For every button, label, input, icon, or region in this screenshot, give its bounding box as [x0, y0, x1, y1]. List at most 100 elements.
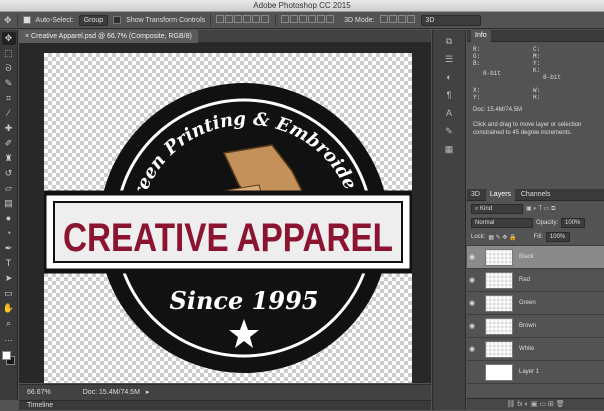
brush-tool-icon[interactable]: ✐	[2, 137, 16, 150]
zoom-level[interactable]: 66.67%	[27, 389, 51, 396]
auto-select-checkbox[interactable]	[22, 16, 31, 24]
auto-select-dropdown[interactable]: Group	[78, 14, 109, 26]
layer-row[interactable]: ◉ Red	[467, 269, 604, 292]
move-tool-icon[interactable]: ✥	[1, 32, 16, 45]
foreground-color[interactable]	[2, 351, 11, 360]
info-k-label: K:	[533, 67, 541, 74]
layer-thumbnail	[485, 271, 513, 289]
move-tool-icon[interactable]: ✥	[4, 15, 12, 26]
canvas-area[interactable]: Screen Printing & Embroidery CREATIVE AP…	[19, 43, 431, 383]
visibility-eye-icon[interactable]: ◉	[467, 276, 477, 284]
logo-artwork: Screen Printing & Embroidery CREATIVE AP…	[44, 53, 412, 373]
layer-name[interactable]: Green	[519, 300, 536, 306]
info-b-label: B:	[473, 60, 481, 67]
tab-3d[interactable]: 3D	[471, 191, 480, 198]
layers-filter-row: ⌕ Kind ▣ ◐ T ▭ ⧉	[467, 201, 604, 217]
info-bit-left: 8-bit	[483, 70, 502, 77]
tab-channels[interactable]: Channels	[521, 191, 551, 198]
document-tab[interactable]: × Creative Apparel.psd @ 66.7% (Composit…	[19, 30, 198, 43]
layer-row[interactable]: ◉ Green	[467, 292, 604, 315]
layer-name[interactable]: Layer 1	[519, 369, 539, 375]
mode-3d-label: 3D Mode:	[344, 16, 375, 24]
gradient-tool-icon[interactable]: ▤	[2, 197, 16, 210]
timeline-panel-tab[interactable]: Timeline	[19, 400, 431, 410]
visibility-eye-icon[interactable]: ◉	[467, 345, 477, 353]
layer-name[interactable]: Black	[519, 254, 534, 260]
layer-thumbnail	[485, 340, 513, 358]
document-tab-title: Creative Apparel.psd @ 66.7% (Composite,…	[31, 33, 192, 40]
layer-name[interactable]: Brown	[519, 323, 536, 329]
opacity-input[interactable]: 100%	[561, 218, 586, 228]
show-transform-label: Show Transform Controls	[126, 16, 206, 24]
eyedropper-tool-icon[interactable]: ⁄	[2, 107, 16, 120]
crop-tool-icon[interactable]: ⌗	[2, 92, 16, 105]
visibility-eye-icon[interactable]: ◉	[467, 322, 477, 330]
eraser-tool-icon[interactable]: ▱	[2, 182, 16, 195]
zoom-tool-icon[interactable]: ⌕	[2, 317, 16, 330]
separator	[275, 14, 277, 26]
properties-icon[interactable]: ☰	[441, 54, 457, 66]
info-x-label: X:	[473, 87, 481, 94]
visibility-eye-icon[interactable]: ◉	[467, 299, 477, 307]
window-title: Adobe Photoshop CC 2015	[253, 1, 351, 10]
swatches-icon[interactable]: ▦	[441, 144, 457, 156]
align-icons[interactable]	[216, 15, 270, 25]
tools-panel: ✥ ⬚ ᘐ ✎ ⌗ ⁄ ✚ ✐ ♜ ↺ ▱ ▤ ● ◔ ✒ T ➤ ▭ ✋ ⌕ …	[0, 30, 18, 400]
layer-thumbnail	[485, 248, 513, 266]
quick-select-tool-icon[interactable]: ✎	[2, 77, 16, 90]
history-brush-tool-icon[interactable]: ↺	[2, 167, 16, 180]
type-tool-icon[interactable]: T	[2, 257, 16, 270]
info-h-label: H:	[533, 94, 541, 101]
options-bar: ✥ Auto-Select: Group Show Transform Cont…	[0, 12, 604, 29]
pen-tool-icon[interactable]: ✒	[2, 242, 16, 255]
status-menu-arrow-icon[interactable]: ▸	[146, 389, 150, 396]
document-tab-bar: × Creative Apparel.psd @ 66.7% (Composit…	[19, 30, 431, 43]
layers-footer: ⛓ fx ◐ ▣ ▭ ⊞ 🗑	[467, 398, 604, 410]
visibility-eye-icon[interactable]: ◉	[467, 253, 477, 261]
show-transform-checkbox[interactable]	[113, 16, 122, 24]
tab-layers[interactable]: Layers	[485, 189, 515, 201]
dodge-tool-icon[interactable]: ◔	[2, 227, 16, 240]
tab-info[interactable]: Info	[471, 30, 491, 42]
brush-presets-icon[interactable]: ✎	[441, 126, 457, 138]
layer-name[interactable]: Red	[519, 277, 530, 283]
layer-name[interactable]: White	[519, 346, 534, 352]
layer-row[interactable]: ◉ White	[467, 338, 604, 361]
layer-row[interactable]: ◉ Black	[467, 246, 604, 269]
status-bar: 66.67% Doc: 15.4M/74.5M ▸	[19, 384, 431, 400]
layer-filter-dropdown[interactable]: ⌕ Kind	[471, 204, 523, 214]
lock-icons[interactable]: ▦ ✎ ✥ 🔒	[488, 234, 516, 241]
marquee-tool-icon[interactable]: ⬚	[2, 47, 16, 60]
distribute-icons[interactable]	[281, 15, 335, 25]
more-tools-icon[interactable]: …	[2, 332, 16, 345]
layer-row[interactable]: Layer 1	[467, 361, 604, 384]
path-selection-tool-icon[interactable]: ➤	[2, 272, 16, 285]
blend-mode-dropdown[interactable]: Normal	[471, 218, 533, 228]
window-title-bar: Adobe Photoshop CC 2015	[0, 0, 604, 12]
rectangle-tool-icon[interactable]: ▭	[2, 287, 16, 300]
3d-mode-icons[interactable]	[379, 15, 416, 25]
color-swatches[interactable]	[0, 349, 17, 373]
character-icon[interactable]: A	[441, 108, 457, 120]
lasso-tool-icon[interactable]: ᘐ	[2, 62, 16, 75]
info-doc-size: Doc: 15.4M/74.5M	[473, 107, 523, 113]
blur-tool-icon[interactable]: ●	[2, 212, 16, 225]
info-c-label: C:	[533, 46, 541, 53]
layer-row[interactable]: ◉ Brown	[467, 315, 604, 338]
clone-stamp-tool-icon[interactable]: ♜	[2, 152, 16, 165]
hand-tool-icon[interactable]: ✋	[2, 302, 16, 315]
filter-icons[interactable]: ▣ ◐ T ▭ ⧉	[526, 205, 555, 213]
adjustments-icon[interactable]: ◐	[441, 72, 457, 84]
paragraph-icon[interactable]: ¶	[441, 90, 457, 102]
fill-input[interactable]: 100%	[545, 232, 570, 242]
workspace-dropdown[interactable]: 3D	[420, 14, 481, 26]
doc-size-status[interactable]: Doc: 15.4M/74.5M	[83, 389, 140, 396]
info-r-label: R:	[473, 46, 481, 53]
info-w-label: W:	[533, 87, 541, 94]
info-g-label: G:	[473, 53, 481, 60]
layer-footer-icons[interactable]: ⛓ fx ◐ ▣ ▭ ⊞ 🗑	[506, 401, 564, 408]
healing-brush-tool-icon[interactable]: ✚	[2, 122, 16, 135]
blend-row: Normal Opacity: 100%	[467, 217, 604, 229]
document-canvas[interactable]: Screen Printing & Embroidery CREATIVE AP…	[44, 53, 412, 383]
history-icon[interactable]: ⧉	[441, 36, 457, 48]
